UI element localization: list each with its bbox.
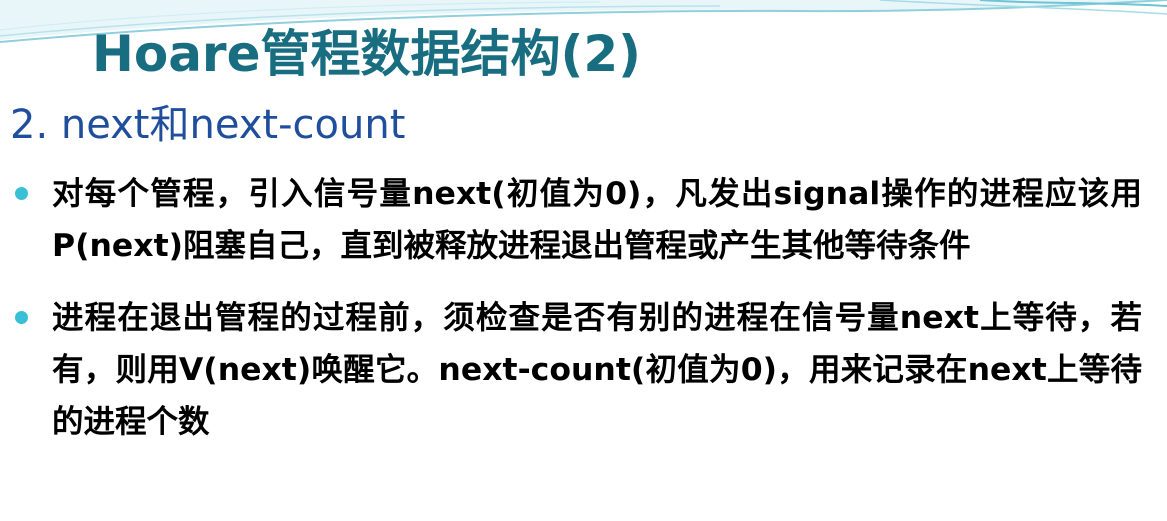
bullet-item: 对每个管程，引入信号量next(初值为0)，凡发出signal操作的进程应该用P…	[12, 168, 1142, 272]
bullet-dot-icon	[15, 311, 28, 324]
section-subtitle: 2. next和next-count	[10, 102, 406, 148]
bullet-dot-icon	[15, 187, 28, 200]
bullet-item: 进程在退出管程的过程前，须检查是否有别的进程在信号量next上等待，若有，则用V…	[12, 292, 1142, 448]
bullet-text: 对每个管程，引入信号量next(初值为0)，凡发出signal操作的进程应该用P…	[52, 176, 1142, 264]
bullet-list: 对每个管程，引入信号量next(初值为0)，凡发出signal操作的进程应该用P…	[12, 168, 1142, 448]
bullet-text: 进程在退出管程的过程前，须检查是否有别的进程在信号量next上等待，若有，则用V…	[52, 300, 1142, 440]
slide-title: Hoare管程数据结构(2)	[92, 25, 641, 83]
